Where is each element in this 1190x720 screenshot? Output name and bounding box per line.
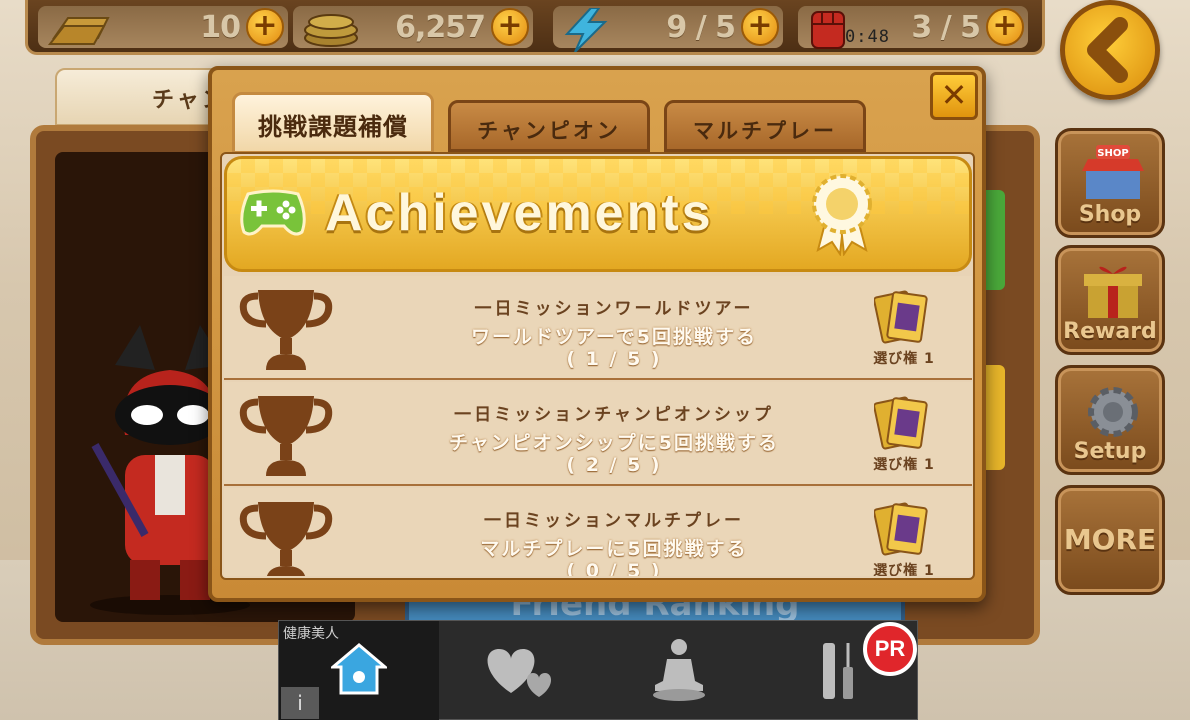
cosmetics-icon — [823, 643, 853, 699]
coin-stack-icon — [304, 14, 358, 47]
hearts-icon — [487, 649, 552, 697]
more-button[interactable]: MORE — [1055, 485, 1165, 595]
back-button[interactable] — [1060, 0, 1160, 100]
energy-count: 9 / 5 — [666, 10, 736, 45]
add-energy-button[interactable]: + — [741, 8, 779, 46]
mission-row-world-tour: 一日ミッションワールドツアー ワールドツアーで5回挑戦する ( 1 / 5 ) … — [224, 276, 972, 380]
shop-label: Shop — [1078, 202, 1142, 227]
ad-brand: 健康美人 — [283, 626, 339, 642]
coin-count: 6,257 — [395, 10, 486, 45]
fight-stat: 3 / 5 + — [798, 6, 1028, 49]
gold-bar-icon — [47, 17, 110, 45]
tab-champion[interactable]: チャンピオン — [448, 100, 650, 152]
svg-text:SHOP: SHOP — [1097, 148, 1128, 159]
pr-badge[interactable]: PR — [863, 622, 917, 676]
ticket-cards-icon — [874, 290, 928, 344]
mission-title: 一日ミッションワールドツアー — [474, 299, 754, 319]
tab-challenge-rewards[interactable]: 挑戦課題補償 — [232, 92, 434, 154]
ticket-cards-icon — [874, 502, 928, 556]
mission-description: チャンピオンシップに5回挑戦する — [448, 432, 780, 454]
mission-description: マルチプレーに5回挑戦する — [480, 538, 748, 560]
add-fights-button[interactable]: + — [986, 8, 1024, 46]
coin-stat: 6,257 + — [293, 6, 533, 48]
info-icon[interactable]: i — [281, 687, 319, 719]
ticket-cards-icon — [874, 396, 928, 450]
home-icon — [331, 643, 387, 695]
setup-button[interactable]: Setup — [1055, 365, 1165, 475]
more-label: MORE — [1063, 523, 1157, 556]
trophy-icon — [239, 502, 333, 576]
gamepad-icon — [240, 189, 306, 236]
close-button[interactable]: ✕ — [930, 72, 978, 120]
shop-button[interactable]: SHOP Shop — [1055, 128, 1165, 238]
gold-count: 10 — [200, 10, 241, 45]
shop-icon: SHOP — [1082, 145, 1144, 199]
setup-label: Setup — [1073, 439, 1147, 464]
fight-timer: 0:48 — [845, 27, 890, 47]
gear-icon — [1088, 387, 1138, 437]
gift-icon — [1084, 266, 1142, 318]
ad-home-tab[interactable]: 健康美人 i — [279, 621, 439, 720]
mission-row-multiplay: 一日ミッションマルチプレー マルチプレーに5回挑戦する ( 0 / 5 ) 選び… — [224, 488, 972, 576]
mission-progress: ( 1 / 5 ) — [566, 348, 662, 370]
trophy-icon — [239, 396, 333, 476]
energy-stat: 9 / 5 + — [553, 6, 783, 52]
mission-row-championship: 一日ミッションチャンピオンシップ チャンピオンシップに5回挑戦する ( 2 / … — [224, 382, 972, 486]
chevron-left-icon — [1087, 17, 1128, 83]
reward-label: Reward — [1063, 319, 1157, 344]
mission-description: ワールドツアーで5回挑戦する — [471, 326, 757, 348]
add-gold-button[interactable]: + — [246, 8, 284, 46]
add-coins-button[interactable]: + — [491, 8, 529, 46]
trophy-icon — [239, 290, 333, 370]
banner-title: Achievements — [325, 184, 714, 242]
reward-label: 選び権 1 — [873, 563, 935, 576]
medal-icon — [812, 174, 872, 256]
mission-progress: ( 0 / 5 ) — [566, 560, 662, 576]
reward-label: 選び権 1 — [873, 457, 935, 473]
tab-multiplay[interactable]: マルチプレー — [664, 100, 866, 152]
fight-count: 3 / 5 — [911, 10, 981, 45]
meditation-icon — [653, 639, 705, 701]
gold-stat: 10 + — [38, 6, 288, 48]
mission-progress: ( 2 / 5 ) — [566, 454, 662, 476]
reward-button[interactable]: Reward — [1055, 245, 1165, 355]
reward-label: 選び権 1 — [873, 351, 935, 367]
status-bar: 10 + 6,257 + 9 / 5 + 3 / 5 + — [25, 0, 1045, 55]
lightning-icon — [564, 8, 608, 52]
mission-title: 一日ミッションチャンピオンシップ — [454, 405, 774, 425]
ad-banner[interactable]: 健康美人 i — [278, 620, 918, 720]
fist-icon — [811, 11, 845, 49]
mission-title: 一日ミッションマルチプレー — [484, 511, 744, 531]
